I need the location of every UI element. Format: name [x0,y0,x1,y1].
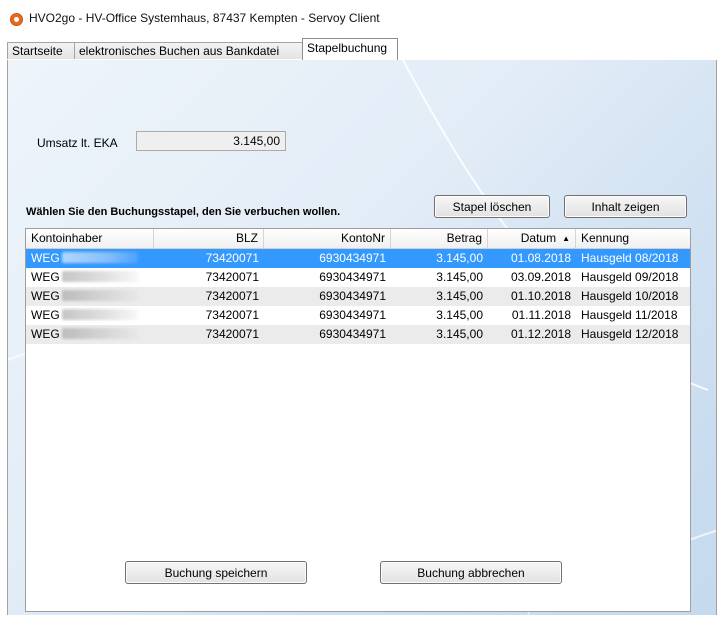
kontoinhaber-text: WEG [31,308,60,322]
cell-datum: 01.10.2018 [510,289,571,303]
cell-datum: 03.09.2018 [510,270,571,284]
cell-blz: 73420071 [205,270,259,284]
kontoinhaber-text: WEG [31,289,60,303]
buchung-abbrechen-button[interactable]: Buchung abbrechen [380,561,562,584]
tab-stapelbuchung[interactable]: Stapelbuchung [302,38,398,60]
sort-ascending-icon: ▲ [562,234,570,243]
instruction-text: Wählen Sie den Buchungsstapel, den Sie v… [26,206,341,218]
cell-kontoinhaber: WEG [26,306,154,325]
cell-datum: 01.12.2018 [510,327,571,341]
kontoinhaber-text: WEG [31,251,60,265]
umsatz-label: Umsatz lt. EKA [37,136,118,150]
column-header-kontoinhaber[interactable]: Kontoinhaber [26,229,154,248]
inhalt-zeigen-button[interactable]: Inhalt zeigen [564,195,687,218]
redacted-name [61,309,138,320]
umsatz-value-field[interactable]: 3.145,00 [136,131,286,151]
column-header-blz[interactable]: BLZ [154,229,264,248]
column-header-datum-label: Datum [520,231,557,245]
redacted-name [61,328,138,339]
cell-betrag: 3.145,00 [436,308,483,322]
column-header-kennung[interactable]: Kennung [576,229,690,248]
cell-kennung: Hausgeld 11/2018 [581,308,678,322]
cell-kontoinhaber: WEG [26,268,154,287]
cell-datum: 01.11.2018 [511,308,571,322]
cell-kontonr: 6930434971 [319,270,386,284]
window-titlebar: HVO2go - HV-Office Systemhaus, 87437 Kem… [0,0,722,34]
cell-kontonr: 6930434971 [319,327,386,341]
kontoinhaber-text: WEG [31,270,60,284]
cell-blz: 73420071 [205,251,259,265]
cell-kontonr: 6930434971 [319,289,386,303]
cell-betrag: 3.145,00 [436,270,483,284]
tab-elektronisches-buchen[interactable]: elektronisches Buchen aus Bankdatei [74,42,303,59]
redacted-name [61,271,138,282]
cell-kennung: Hausgeld 09/2018 [581,270,679,284]
app-logo-icon [10,13,23,26]
window-title: HVO2go - HV-Office Systemhaus, 87437 Kem… [29,11,380,25]
redacted-name [61,252,138,263]
table-row[interactable]: WEG 73420071 6930434971 3.145,00 01.11.2… [26,306,690,325]
cell-betrag: 3.145,00 [436,327,483,341]
redacted-name [61,290,138,301]
cell-kontonr: 6930434971 [319,308,386,322]
cell-kennung: Hausgeld 10/2018 [581,289,679,303]
cell-kontoinhaber: WEG [26,249,154,268]
cell-datum: 01.08.2018 [510,251,571,265]
cell-blz: 73420071 [205,327,259,341]
column-header-kontonr[interactable]: KontoNr [264,229,391,248]
cell-betrag: 3.145,00 [436,251,483,265]
column-header-betrag[interactable]: Betrag [391,229,488,248]
table-row[interactable]: WEG 73420071 6930434971 3.145,00 01.12.2… [26,325,690,344]
cell-kontonr: 6930434971 [319,251,386,265]
cell-blz: 73420071 [205,289,259,303]
cell-kontoinhaber: WEG [26,287,154,306]
table-row[interactable]: WEG 73420071 6930434971 3.145,00 01.08.2… [26,249,690,268]
cell-kennung: Hausgeld 08/2018 [581,251,679,265]
table-row[interactable]: WEG 73420071 6930434971 3.145,00 01.10.2… [26,287,690,306]
buchungsstapel-table: Kontoinhaber BLZ KontoNr Betrag Datum ▲ K… [25,228,691,612]
cell-blz: 73420071 [205,308,259,322]
tab-startseite[interactable]: Startseite [7,42,75,59]
column-header-datum[interactable]: Datum ▲ [488,229,576,248]
table-header: Kontoinhaber BLZ KontoNr Betrag Datum ▲ K… [26,229,690,249]
kontoinhaber-text: WEG [31,327,60,341]
tab-strip: Startseite elektronisches Buchen aus Ban… [7,34,717,61]
cell-betrag: 3.145,00 [436,289,483,303]
cell-kontoinhaber: WEG [26,325,154,344]
table-row[interactable]: WEG 73420071 6930434971 3.145,00 03.09.2… [26,268,690,287]
buchung-speichern-button[interactable]: Buchung speichern [125,561,307,584]
stapelbuchung-panel: Umsatz lt. EKA 3.145,00 Wählen Sie den B… [7,60,717,615]
stapel-loeschen-button[interactable]: Stapel löschen [434,195,550,218]
cell-kennung: Hausgeld 12/2018 [581,327,679,341]
